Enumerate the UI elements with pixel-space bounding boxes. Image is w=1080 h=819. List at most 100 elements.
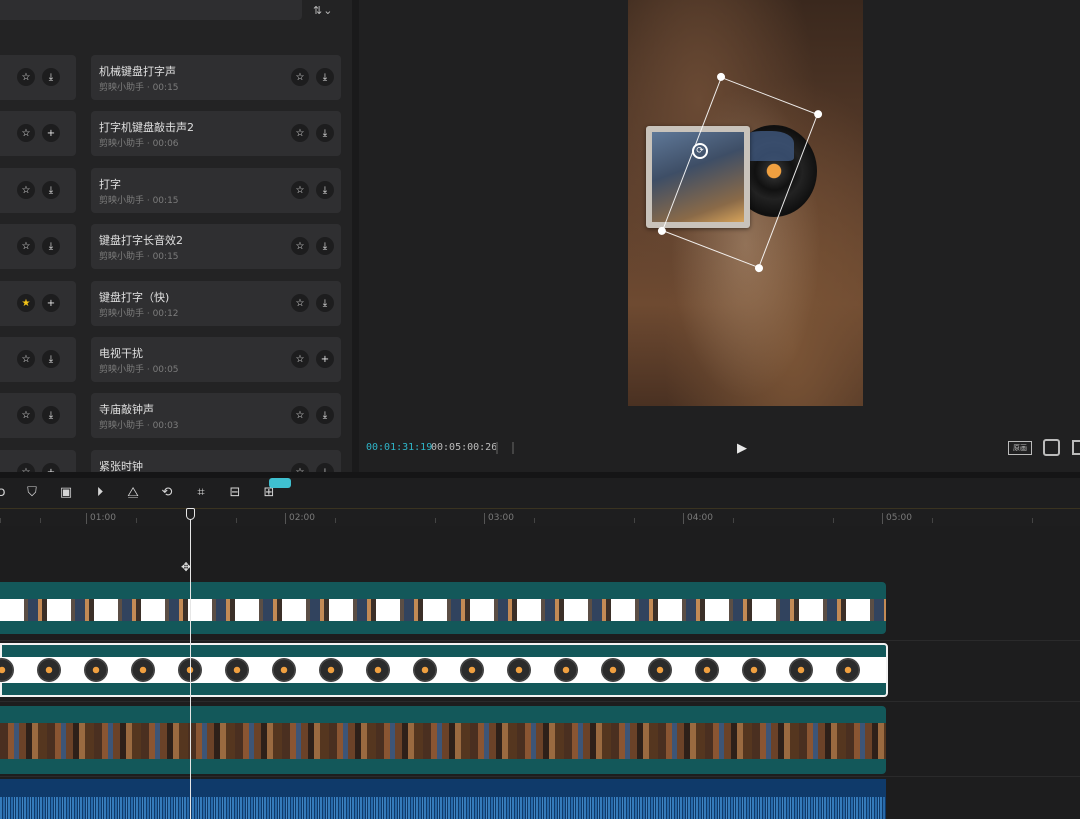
background-video-clip[interactable]	[0, 706, 886, 774]
sound-meta: 剪映小助手 · 00:15	[99, 196, 179, 206]
sound-card[interactable]: 键盘打字（快) 剪映小助手 · 00:12 ☆ ⤓	[91, 281, 341, 326]
download-icon[interactable]: ⤓	[42, 350, 60, 368]
favorite-star-icon[interactable]: ☆	[291, 68, 309, 86]
favorite-star-icon[interactable]: ☆	[291, 181, 309, 199]
sound-card[interactable]: ☆ ⤓	[0, 393, 76, 438]
sound-card[interactable]: 电视干扰 剪映小助手 · 00:05 ☆ +	[91, 337, 341, 382]
favorite-star-icon[interactable]: ☆	[17, 124, 35, 142]
sound-card[interactable]: 键盘打字长音效2 剪映小助手 · 00:15 ☆ ⤓	[91, 224, 341, 269]
sound-card[interactable]: ☆ ⤓	[0, 168, 76, 213]
download-icon[interactable]: ⤓	[42, 237, 60, 255]
filter-button[interactable]: ⇅ ⌄	[313, 2, 341, 18]
play-button[interactable]: ▶	[737, 441, 747, 456]
chevron-down-icon: ⌄	[323, 3, 333, 17]
sound-card[interactable]: ☆ ⤓	[0, 224, 76, 269]
favorite-star-icon[interactable]: ☆	[17, 350, 35, 368]
total-duration: 00:05:00:26	[431, 442, 498, 453]
album-cover-clip[interactable]	[0, 582, 886, 634]
download-icon[interactable]: ⤓	[42, 406, 60, 424]
vinyl-thumbnail	[413, 658, 437, 682]
vinyl-record-clip[interactable]	[0, 643, 888, 697]
sound-card[interactable]: ★ +	[0, 281, 76, 326]
minor-tick	[833, 518, 834, 523]
download-icon[interactable]: ⤓	[42, 181, 60, 199]
resize-handle[interactable]	[656, 225, 668, 237]
playhead[interactable]	[190, 513, 191, 819]
search-input[interactable]	[0, 0, 302, 20]
split-icon[interactable]: ↄ	[0, 485, 10, 501]
resize-handle[interactable]	[753, 262, 765, 274]
favorite-star-icon[interactable]: ☆	[291, 406, 309, 424]
transform-selection-box[interactable]	[656, 71, 824, 274]
mirror-icon[interactable]: ⧋	[125, 485, 141, 501]
crop-icon[interactable]: ⌗	[193, 485, 209, 501]
vinyl-thumbnail	[836, 658, 860, 682]
sound-card[interactable]: 打字 剪映小助手 · 00:15 ☆ ⤓	[91, 168, 341, 213]
minor-tick	[733, 518, 734, 523]
minor-tick	[236, 518, 237, 523]
download-icon[interactable]: ⤓	[316, 294, 334, 312]
video-preview-canvas[interactable]: ⟳	[628, 0, 863, 406]
minor-tick	[932, 518, 933, 523]
vinyl-thumbnail	[742, 658, 766, 682]
favorite-star-icon[interactable]: ☆	[17, 463, 35, 472]
download-icon[interactable]: ⤓	[316, 68, 334, 86]
sound-card[interactable]: 紧张时钟 ☆ ⤓	[91, 450, 341, 472]
resize-handle[interactable]	[715, 71, 727, 83]
panel-divider[interactable]	[352, 0, 359, 472]
vinyl-thumbnail	[601, 658, 625, 682]
favorite-star-icon[interactable]: ☆	[291, 124, 309, 142]
sound-meta: 剪映小助手 · 00:06	[99, 139, 179, 149]
minor-tick	[1032, 518, 1033, 523]
download-icon[interactable]: ⤓	[316, 181, 334, 199]
favorite-star-icon[interactable]: ★	[17, 294, 35, 312]
fullscreen-icon[interactable]	[1043, 439, 1060, 456]
speed-icon[interactable]: ⏵	[92, 485, 108, 501]
add-icon[interactable]: +	[42, 124, 60, 142]
download-icon[interactable]: ⤓	[42, 68, 60, 86]
vinyl-thumbnail	[0, 658, 14, 682]
add-icon[interactable]: +	[42, 463, 60, 472]
download-icon[interactable]: ⤓	[316, 124, 334, 142]
favorite-star-icon[interactable]: ☆	[17, 181, 35, 199]
sound-card[interactable]: 寺庙敲钟声 剪映小助手 · 00:03 ☆ ⤓	[91, 393, 341, 438]
tick-label: 01:00	[86, 513, 116, 524]
favorite-star-icon[interactable]: ☆	[17, 237, 35, 255]
timeline-tracks[interactable]	[0, 526, 1080, 819]
download-icon[interactable]: ⤓	[316, 463, 334, 472]
sound-card[interactable]: ☆ ⤓	[0, 55, 76, 100]
sound-card[interactable]: ☆ ⤓	[0, 337, 76, 382]
playhead-handle[interactable]	[186, 508, 195, 520]
new-badge	[269, 478, 291, 488]
mask-icon[interactable]: ⛉	[24, 485, 40, 501]
favorite-star-icon[interactable]: ☆	[291, 463, 309, 472]
sound-card[interactable]: 打字机键盘敲击声2 剪映小助手 · 00:06 ☆ ⤓	[91, 111, 341, 156]
vinyl-thumbnail	[366, 658, 390, 682]
vinyl-thumbnail	[554, 658, 578, 682]
rotate-icon[interactable]: ⟲	[159, 485, 175, 501]
tick-label: 03:00	[484, 513, 514, 524]
download-icon[interactable]: ⤓	[316, 406, 334, 424]
preview-player: ⟳ 00:01:31:19 00:05:00:26 ▶ 原画	[359, 0, 1080, 472]
audio-clip[interactable]	[0, 779, 886, 819]
favorite-star-icon[interactable]: ☆	[291, 294, 309, 312]
add-icon[interactable]: +	[316, 350, 334, 368]
vinyl-thumbnail	[319, 658, 343, 682]
freeze-icon[interactable]: ▣	[58, 485, 74, 501]
caption-icon[interactable]: ⊟	[227, 485, 243, 501]
favorite-star-icon[interactable]: ☆	[291, 237, 309, 255]
download-icon[interactable]: ⤓	[316, 237, 334, 255]
more-icon[interactable]	[1072, 440, 1080, 455]
ratio-button[interactable]: 原画	[1008, 441, 1032, 455]
favorite-star-icon[interactable]: ☆	[17, 406, 35, 424]
favorite-star-icon[interactable]: ☆	[291, 350, 309, 368]
timeline-ruler[interactable]: 01:00 02:00 03:00 04:00 05:00	[0, 508, 1080, 526]
current-time: 00:01:31:19	[366, 442, 433, 453]
add-icon[interactable]: +	[42, 294, 60, 312]
sound-card[interactable]: ☆ +	[0, 450, 76, 472]
resize-handle[interactable]	[812, 108, 824, 120]
grid-icon[interactable]	[496, 442, 514, 454]
sound-card[interactable]: 机械键盘打字声 剪映小助手 · 00:15 ☆ ⤓	[91, 55, 341, 100]
favorite-star-icon[interactable]: ☆	[17, 68, 35, 86]
sound-card[interactable]: ☆ +	[0, 111, 76, 156]
